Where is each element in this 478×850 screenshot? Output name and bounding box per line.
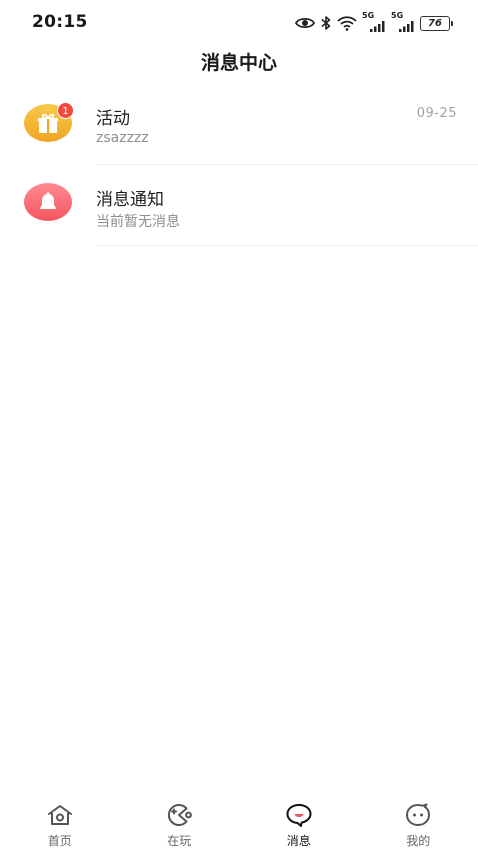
tab-home[interactable]: 首页 [0, 794, 120, 850]
tab-label: 消息 [286, 834, 311, 848]
unread-badge: 1 [57, 102, 74, 119]
bluetooth-icon [320, 15, 332, 31]
gamepad-icon [165, 802, 193, 828]
status-icons: 5G 5G 76 [295, 11, 453, 34]
bell-icon [24, 183, 72, 221]
tab-mine[interactable]: 我的 [359, 794, 478, 850]
divider [96, 245, 478, 246]
page-title: 消息中心 [200, 52, 277, 74]
battery-level: 76 [428, 17, 442, 29]
network-label: 5G [362, 11, 375, 20]
message-time: 09-25 [416, 106, 457, 121]
list-item-activity[interactable]: 1 活动 zsazzzz 09-25 [0, 84, 478, 165]
battery-icon: 76 [420, 15, 453, 31]
tab-label: 我的 [406, 834, 431, 848]
tab-messages[interactable]: 消息 [239, 794, 359, 850]
eye-icon [295, 16, 315, 30]
message-subtitle: zsazzzz [96, 130, 149, 146]
home-icon [46, 802, 74, 828]
signal-5g-icon: 5G [391, 11, 415, 32]
profile-face-icon [404, 802, 432, 828]
message-title: 活动 [96, 109, 130, 129]
tab-label: 在玩 [167, 834, 192, 848]
message-title: 消息通知 [96, 190, 164, 210]
status-bar: 20:15 5G 5G 76 [0, 0, 478, 44]
message-subtitle: 当前暂无消息 [96, 214, 180, 230]
network-label: 5G [391, 11, 404, 20]
list-item-notification[interactable]: 消息通知 当前暂无消息 [0, 165, 478, 246]
status-time: 20:15 [32, 12, 88, 32]
tab-label: 首页 [47, 834, 72, 848]
chat-bubble-icon [285, 802, 313, 828]
message-list: 1 活动 zsazzzz 09-25 消息通知 当前暂无消息 [0, 84, 478, 246]
wifi-icon [337, 15, 357, 31]
screen: 20:15 5G 5G 76 消息中心 1 活动 zsazzzz 09-25 消… [0, 0, 478, 850]
bottom-tab-bar: 首页 在玩 消息 我的 [0, 794, 478, 850]
tab-playing[interactable]: 在玩 [120, 794, 240, 850]
signal-5g-icon: 5G [362, 11, 386, 32]
